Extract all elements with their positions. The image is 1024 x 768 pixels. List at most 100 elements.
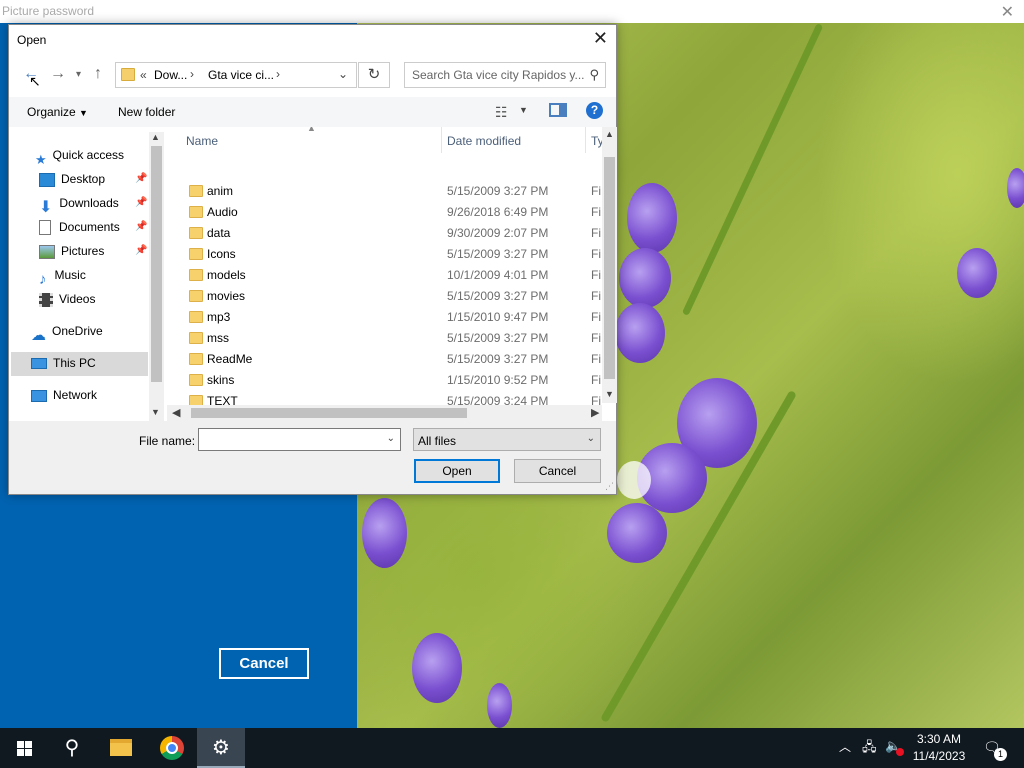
breadcrumb-separator-icon[interactable]: › (276, 67, 280, 81)
clock-time[interactable]: 3:30 AM (912, 732, 966, 746)
nav-scrollbar[interactable]: ▲ ▼ (149, 132, 164, 421)
file-list-vertical-scrollbar[interactable]: ▲ ▼ (602, 127, 617, 403)
file-type: Fi (591, 205, 601, 219)
file-row[interactable]: anim 5/15/2009 3:27 PM Fi (167, 181, 601, 202)
cloud-icon: ☁ (31, 326, 46, 344)
nav-item-label: Downloads (59, 196, 119, 210)
document-icon (39, 220, 51, 236)
pin-icon: 📌 (135, 245, 148, 256)
nav-item-this-pc[interactable]: This PC (31, 352, 96, 374)
picture-password-close-icon[interactable]: ✕ (1001, 2, 1014, 22)
file-row[interactable]: movies 5/15/2009 3:27 PM Fi (167, 286, 601, 307)
show-hidden-icons-chevron-icon[interactable]: ︿ (839, 738, 851, 755)
file-row[interactable]: skins 1/15/2010 9:52 PM Fi (167, 370, 601, 391)
folder-icon (189, 185, 203, 197)
search-input[interactable]: Search Gta vice city Rapidos y... ⚲ (404, 62, 606, 88)
file-row[interactable]: mss 5/15/2009 3:27 PM Fi (167, 328, 601, 349)
breadcrumb-separator-icon[interactable]: › (190, 67, 194, 81)
address-bar[interactable]: « Dow... › Gta vice ci... › ⌄ (115, 62, 357, 88)
taskbar-search-button[interactable]: ⚲ (48, 728, 96, 768)
chrome-taskbar-button[interactable] (148, 728, 196, 768)
network-status-icon[interactable]: 🖧 (862, 738, 877, 760)
file-name: mp3 (207, 310, 231, 324)
scroll-left-icon[interactable]: ◀ (172, 406, 180, 419)
nav-item-label: OneDrive (52, 324, 103, 338)
address-dropdown-icon[interactable]: ⌄ (338, 67, 348, 81)
file-row[interactable]: data 9/30/2009 2:07 PM Fi (167, 223, 601, 244)
help-icon[interactable]: ? (586, 102, 603, 119)
folder-icon (189, 353, 203, 365)
nav-item-videos[interactable]: Videos (39, 288, 95, 310)
mouse-cursor-icon: ↖ (29, 73, 41, 89)
flower (615, 303, 665, 363)
column-name[interactable]: Name (186, 134, 218, 148)
organize-menu-button[interactable]: Organize ▼ (27, 105, 88, 119)
file-date-modified: 9/30/2009 2:07 PM (447, 226, 549, 240)
clock-date[interactable]: 11/4/2023 (912, 749, 966, 763)
picture-password-titlebar: Picture password ✕ (0, 0, 1024, 23)
file-date-modified: 10/1/2009 4:01 PM (447, 268, 549, 282)
flower (957, 248, 997, 298)
preview-pane-icon[interactable] (549, 103, 567, 117)
picture-password-cancel-button[interactable]: Cancel (219, 648, 309, 679)
chevron-down-icon[interactable]: ⌄ (587, 433, 595, 444)
picture-password-title: Picture password (2, 4, 95, 18)
scroll-thumb[interactable] (191, 408, 467, 418)
breadcrumb-downloads[interactable]: Dow... (154, 68, 187, 82)
view-options-chevron-icon[interactable]: ▼ (519, 105, 528, 115)
nav-item-network[interactable]: Network (31, 384, 97, 406)
nav-item-quick-access[interactable]: ★ Quick access (35, 144, 124, 167)
address-overflow[interactable]: « (140, 68, 147, 82)
chevron-down-icon[interactable]: ⌄ (387, 433, 395, 444)
pin-icon: 📌 (135, 221, 148, 232)
column-separator[interactable] (441, 127, 442, 153)
start-button[interactable] (0, 728, 48, 768)
nav-item-label: Pictures (61, 244, 105, 258)
network-icon (31, 389, 47, 402)
open-button[interactable]: Open (414, 459, 500, 483)
scroll-right-icon[interactable]: ▶ (591, 406, 599, 419)
file-name-combobox[interactable]: ⌄ (198, 428, 401, 451)
resize-grip-icon[interactable]: ⋰ (605, 481, 614, 492)
scroll-down-icon[interactable]: ▼ (151, 407, 160, 417)
recent-locations-chevron-icon[interactable]: ▾ (76, 69, 81, 80)
column-separator[interactable] (585, 127, 586, 153)
nav-item-label: Desktop (61, 172, 106, 186)
folder-icon (189, 248, 203, 260)
new-folder-button[interactable]: New folder (118, 105, 175, 119)
scroll-up-icon[interactable]: ▲ (151, 132, 160, 142)
file-row[interactable]: mp3 1/15/2010 9:47 PM Fi (167, 307, 601, 328)
cancel-button[interactable]: Cancel (514, 459, 601, 483)
navigation-pane: ★ Quick access Desktop 📌 ⬇ Downloads 📌 Docum… (9, 127, 165, 421)
refresh-button[interactable]: ↻ (358, 62, 390, 88)
up-arrow-icon[interactable]: ↑ (94, 65, 102, 83)
touch-point-indicator (617, 461, 651, 499)
taskbar: ⚲ ⚙ ︿ 🖧 🔈 3:30 AM 11/4/2023 🗨 1 (0, 728, 1024, 768)
scroll-thumb[interactable] (604, 157, 615, 379)
file-row[interactable]: models 10/1/2009 4:01 PM Fi (167, 265, 601, 286)
file-list: ▲ Name Date modified Ty anim 5/15/2009 3:… (167, 127, 617, 421)
scroll-down-icon[interactable]: ▼ (605, 389, 614, 399)
file-type-filter-value: All files (418, 434, 457, 448)
dialog-footer: File name: ⌄ All files ⌄ Open Cancel ⋰ (9, 421, 616, 494)
file-row[interactable]: Icons 5/15/2009 3:27 PM Fi (167, 244, 601, 265)
file-list-horizontal-scrollbar[interactable]: ◀ ▶ (167, 405, 602, 421)
scroll-thumb[interactable] (151, 146, 162, 382)
file-name: skins (207, 373, 235, 387)
file-explorer-taskbar-button[interactable] (98, 728, 146, 768)
nav-item-label: This PC (53, 356, 96, 370)
change-view-icon[interactable]: ☷ (495, 104, 508, 121)
file-type: Fi (591, 331, 601, 345)
dialog-close-icon[interactable]: ✕ (593, 28, 608, 49)
file-row[interactable]: Audio 9/26/2018 6:49 PM Fi (167, 202, 601, 223)
settings-taskbar-button[interactable]: ⚙ (197, 728, 245, 768)
forward-arrow-icon[interactable]: → (50, 65, 66, 83)
nav-item-onedrive[interactable]: ☁ OneDrive (31, 320, 103, 344)
scroll-up-icon[interactable]: ▲ (605, 129, 614, 139)
file-type-filter-select[interactable]: All files ⌄ (413, 428, 601, 451)
search-icon[interactable]: ⚲ (589, 67, 599, 83)
column-date-modified[interactable]: Date modified (447, 134, 521, 148)
nav-item-music[interactable]: ♪ Music (39, 264, 86, 288)
breadcrumb-gta-vice-city[interactable]: Gta vice ci... (208, 68, 274, 82)
file-row[interactable]: ReadMe 5/15/2009 3:27 PM Fi (167, 349, 601, 370)
